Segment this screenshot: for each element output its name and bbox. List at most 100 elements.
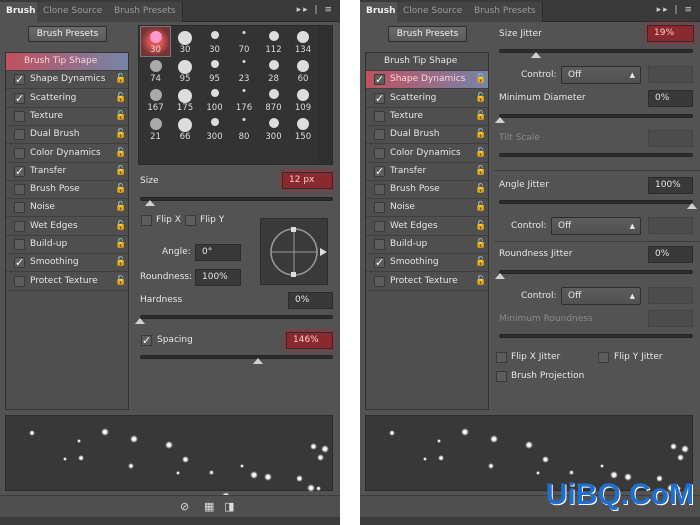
checkbox[interactable]: ✓	[14, 257, 25, 269]
hardness-slider[interactable]	[140, 315, 333, 319]
control-extra-field[interactable]	[648, 217, 693, 234]
size-jitter-slider-thumb[interactable]	[531, 52, 541, 58]
flip-y-jitter-checkbox[interactable]	[598, 352, 609, 363]
option-brush-tip-shape[interactable]: Brush Tip Shape	[366, 53, 488, 71]
option-texture[interactable]: 🔓 Texture	[366, 108, 488, 126]
checkbox[interactable]: ✓	[374, 257, 385, 269]
brush-tip[interactable]: 74	[141, 56, 170, 85]
spacing-field[interactable]: 146%	[286, 332, 333, 349]
lock-icon[interactable]: 🔓	[115, 184, 126, 195]
minimum-roundness-slider[interactable]	[499, 334, 693, 338]
roundness-jitter-slider[interactable]	[499, 270, 693, 274]
brush-tip[interactable]: 30	[171, 27, 200, 56]
brush-tip[interactable]: 167	[141, 85, 170, 114]
checkbox[interactable]: ✓	[14, 74, 25, 86]
checkbox[interactable]	[14, 202, 25, 214]
brush-tip[interactable]: 30	[200, 27, 229, 56]
size-jitter-control-select[interactable]: Off ▲	[561, 66, 641, 84]
lock-icon[interactable]: 🔓	[475, 276, 486, 287]
checkbox[interactable]	[14, 184, 25, 196]
tab-brush-presets[interactable]: Brush Presets	[108, 2, 183, 22]
minimum-diameter-slider[interactable]	[499, 114, 693, 118]
size-jitter-slider[interactable]	[499, 49, 693, 53]
control-extra-field[interactable]	[648, 287, 693, 304]
option-protect-texture[interactable]: 🔓 Protect Texture	[6, 273, 128, 291]
control-extra-field[interactable]	[648, 66, 693, 83]
angle-field[interactable]: 0°	[195, 244, 241, 261]
lock-icon[interactable]: 🔓	[115, 202, 126, 213]
lock-icon[interactable]: 🔓	[115, 129, 126, 140]
roundness-jitter-field[interactable]: 0%	[648, 246, 693, 263]
lock-icon[interactable]: 🔓	[475, 202, 486, 213]
option-dual-brush[interactable]: 🔓 Dual Brush	[6, 126, 128, 145]
lock-icon[interactable]: 🔓	[115, 166, 126, 177]
brush-tip[interactable]: 66	[171, 114, 200, 143]
option-texture[interactable]: 🔓 Texture	[6, 108, 128, 126]
flip-x-checkbox[interactable]	[141, 215, 152, 226]
resize-grip[interactable]	[0, 517, 340, 525]
option-noise[interactable]: 🔓 Noise	[366, 199, 488, 218]
brush-tip[interactable]: 95	[171, 56, 200, 85]
option-brush-tip-shape[interactable]: Brush Tip Shape	[6, 53, 128, 71]
option-build-up[interactable]: 🔓 Build-up	[366, 236, 488, 254]
lock-icon[interactable]: 🔓	[475, 166, 486, 177]
tab-clone-source[interactable]: Clone Source	[397, 2, 470, 22]
checkbox[interactable]	[14, 147, 25, 159]
angle-jitter-slider[interactable]	[499, 200, 693, 204]
brush-tip[interactable]: 28	[259, 56, 288, 85]
minimum-roundness-field[interactable]	[648, 310, 693, 327]
minimum-diameter-field[interactable]: 0%	[648, 90, 693, 107]
lock-icon[interactable]: 🔓	[115, 257, 126, 268]
angle-jitter-slider-thumb[interactable]	[687, 203, 697, 209]
option-wet-edges[interactable]: 🔓 Wet Edges	[6, 218, 128, 236]
tilt-scale-slider[interactable]	[499, 153, 693, 157]
lock-icon[interactable]: 🔓	[115, 239, 126, 250]
brush-projection-checkbox[interactable]	[496, 371, 507, 382]
brush-tip[interactable]: 870	[259, 85, 288, 114]
grid-icon[interactable]: ▦	[204, 500, 218, 513]
option-shape-dynamics[interactable]: ✓ 🔓 Shape Dynamics	[6, 71, 128, 90]
brush-toggle-icon[interactable]: ⊘	[180, 500, 194, 513]
checkbox[interactable]	[14, 275, 25, 287]
tab-brush-presets[interactable]: Brush Presets	[468, 2, 543, 22]
lock-icon[interactable]: 🔓	[475, 93, 486, 104]
lock-icon[interactable]: 🔓	[475, 74, 486, 85]
angle-jitter-control-select[interactable]: Off ▲	[551, 217, 641, 235]
brush-tip[interactable]: 80	[230, 114, 259, 143]
brush-tip[interactable]: 112	[259, 27, 288, 56]
checkbox[interactable]	[14, 220, 25, 232]
minimum-diameter-slider-thumb[interactable]	[495, 117, 505, 123]
lock-icon[interactable]: 🔓	[475, 111, 486, 122]
hardness-slider-thumb[interactable]	[135, 318, 145, 324]
lock-icon[interactable]: 🔓	[115, 276, 126, 287]
option-smoothing[interactable]: ✓ 🔓 Smoothing	[6, 254, 128, 273]
size-jitter-field[interactable]: 19%	[647, 25, 694, 42]
spacing-checkbox[interactable]: ✓	[141, 335, 152, 346]
option-dual-brush[interactable]: 🔓 Dual Brush	[366, 126, 488, 145]
checkbox[interactable]	[14, 129, 25, 141]
size-slider[interactable]	[140, 197, 333, 201]
option-transfer[interactable]: ✓ 🔓 Transfer	[6, 163, 128, 181]
flip-y-checkbox[interactable]	[185, 215, 196, 226]
option-noise[interactable]: 🔓 Noise	[6, 199, 128, 218]
brush-tip[interactable]: 30	[140, 26, 171, 57]
brush-tip[interactable]: 176	[230, 85, 259, 114]
checkbox[interactable]	[374, 110, 385, 122]
lock-icon[interactable]: 🔓	[475, 239, 486, 250]
roundness-jitter-slider-thumb[interactable]	[495, 273, 505, 279]
angle-roundness-widget[interactable]	[260, 218, 328, 285]
brush-tip[interactable]: 150	[289, 114, 318, 143]
lock-icon[interactable]: 🔓	[475, 184, 486, 195]
option-protect-texture[interactable]: 🔓 Protect Texture	[366, 273, 488, 291]
lock-icon[interactable]: 🔓	[475, 221, 486, 232]
flip-x-jitter-checkbox[interactable]	[496, 352, 507, 363]
option-brush-pose[interactable]: 🔓 Brush Pose	[6, 181, 128, 200]
checkbox[interactable]: ✓	[374, 165, 385, 177]
panel-menu-icon[interactable]: ▸▸ | ≡	[657, 5, 694, 15]
option-transfer[interactable]: ✓ 🔓 Transfer	[366, 163, 488, 181]
size-field[interactable]: 12 px	[282, 172, 333, 189]
option-smoothing[interactable]: ✓ 🔓 Smoothing	[366, 254, 488, 273]
brush-tip[interactable]: 109	[289, 85, 318, 114]
size-slider-thumb[interactable]	[145, 200, 155, 206]
brush-tip[interactable]: 70	[230, 27, 259, 56]
